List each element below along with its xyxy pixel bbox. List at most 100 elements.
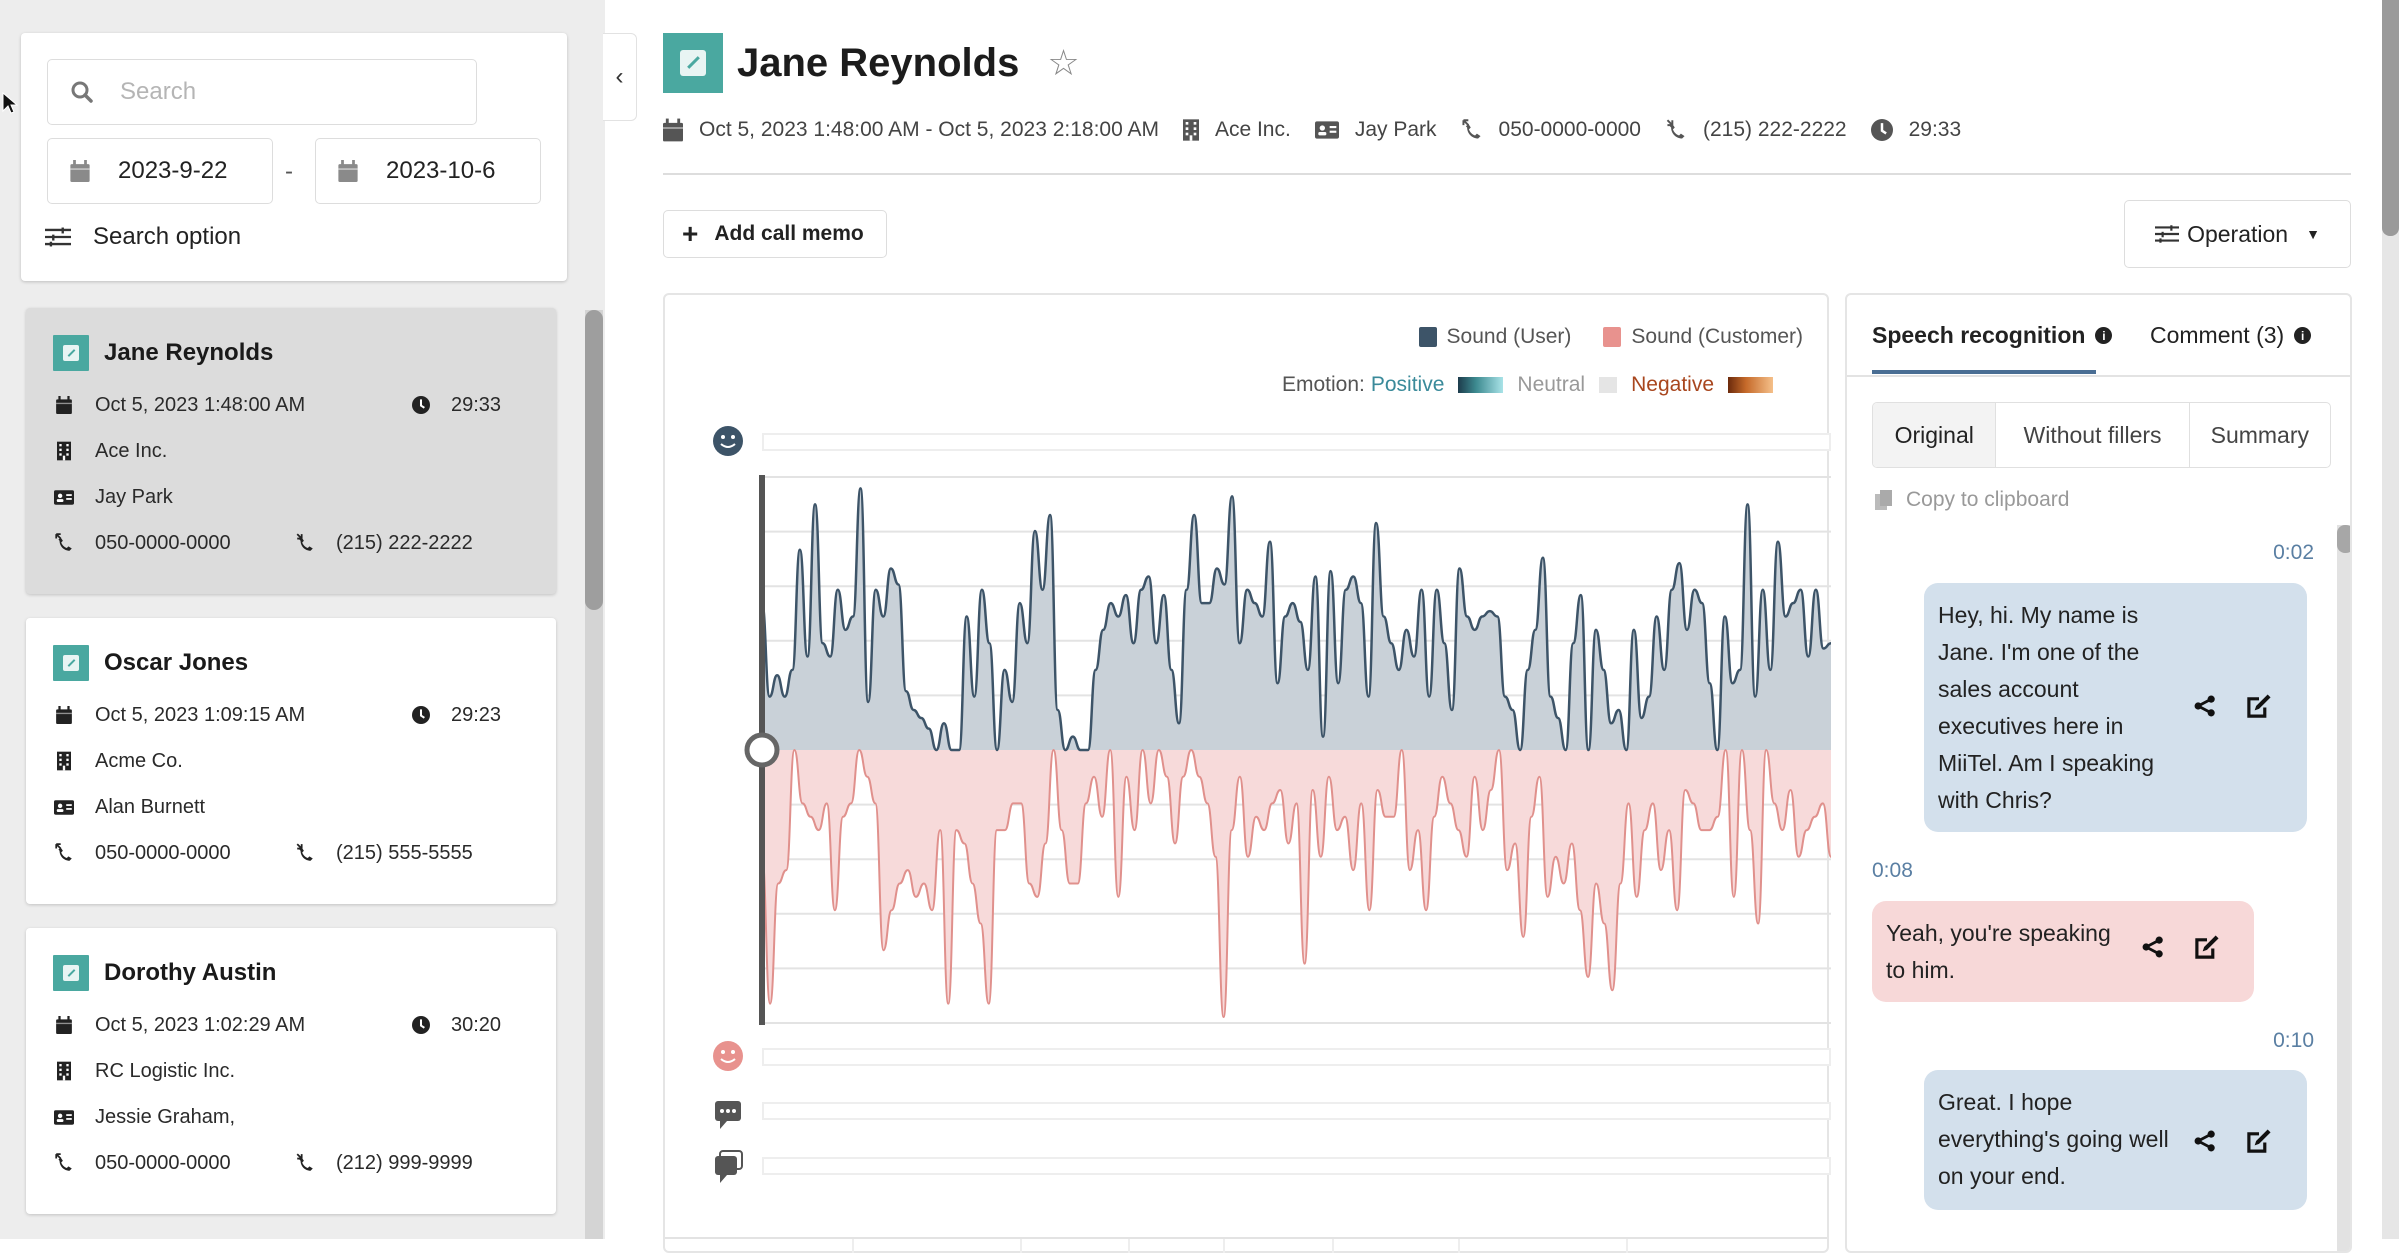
search-panel: Search 2023-9-22 - 2023-10-6 Search opti… xyxy=(21,33,567,281)
call-duration: 30:20 xyxy=(451,1013,502,1036)
call-list-item[interactable]: Jane Reynolds Oct 5, 2023 1:48:00 AM 29:… xyxy=(26,308,556,594)
incoming-call-icon xyxy=(294,1153,316,1173)
call-outgoing-number: 050-0000-0000 xyxy=(95,1151,231,1174)
mouse-cursor-icon xyxy=(2,92,18,114)
call-duration: 29:33 xyxy=(451,393,502,416)
share-icon[interactable] xyxy=(2194,695,2216,717)
clipboard-icon xyxy=(1875,490,1892,510)
contact-card-icon xyxy=(53,1110,75,1125)
tab-comment[interactable]: Comment (3) i xyxy=(2150,322,2312,349)
call-company: Acme Co. xyxy=(95,749,183,772)
message-bubble-user: Great. I hope everything's going well on… xyxy=(1924,1070,2307,1210)
edit-icon[interactable] xyxy=(2246,693,2272,719)
calendar-icon xyxy=(70,160,90,182)
call-contact-name: Dorothy Austin xyxy=(104,959,277,986)
user-emotion-icon xyxy=(713,426,743,456)
edit-icon[interactable] xyxy=(2194,934,2220,960)
transcript-scrollbar[interactable] xyxy=(2337,525,2350,1251)
message-timestamp: 0:10 xyxy=(2273,1029,2314,1052)
search-option-button[interactable]: Search option xyxy=(45,223,241,251)
tab-label: Speech recognition xyxy=(1872,322,2086,348)
customer-emotion-track[interactable] xyxy=(762,1048,1831,1066)
plus-icon: + xyxy=(682,218,699,249)
page-scrollbar[interactable] xyxy=(2382,0,2399,1239)
time-range: Oct 5, 2023 1:48:00 AM - Oct 5, 2023 2:1… xyxy=(699,118,1159,141)
outgoing-call-badge-icon xyxy=(53,955,89,991)
active-tab-indicator xyxy=(1872,370,2096,374)
scrollbar-thumb[interactable] xyxy=(2337,525,2350,553)
call-list-item[interactable]: Dorothy Austin Oct 5, 2023 1:02:29 AM 30… xyxy=(26,928,556,1214)
call-company: Ace Inc. xyxy=(95,439,168,462)
company: Ace Inc. xyxy=(1214,118,1291,141)
tab-speech-recognition[interactable]: Speech recognition i xyxy=(1872,322,2113,349)
building-icon xyxy=(53,1061,75,1081)
call-list-item[interactable]: Oscar Jones Oct 5, 2023 1:09:15 AM 29:23… xyxy=(26,618,556,904)
call-incoming-number: (215) 222-2222 xyxy=(336,531,473,554)
add-call-memo-button[interactable]: + Add call memo xyxy=(663,210,887,258)
date-from-value: 2023-9-22 xyxy=(118,157,228,184)
scrollbar-thumb[interactable] xyxy=(2382,0,2399,236)
calendar-icon xyxy=(338,160,358,182)
call-duration: 29:23 xyxy=(451,703,502,726)
mode-original[interactable]: Original xyxy=(1873,403,1997,467)
building-icon xyxy=(53,441,75,461)
copy-to-clipboard-button[interactable]: Copy to clipboard xyxy=(1874,488,2069,512)
outgoing-call-icon xyxy=(53,533,75,553)
contact-card-icon xyxy=(53,490,75,505)
call-list-scrollbar[interactable] xyxy=(585,310,603,1239)
call-contact-name: Oscar Jones xyxy=(104,649,249,676)
comment-icon xyxy=(715,1101,741,1129)
incoming-call-icon xyxy=(294,843,316,863)
outgoing-call-badge-icon xyxy=(663,33,723,93)
calendar-icon xyxy=(53,706,75,724)
share-icon[interactable] xyxy=(2194,1130,2216,1152)
search-input[interactable]: Search xyxy=(47,59,477,125)
scrollbar-thumb[interactable] xyxy=(585,310,603,610)
call-contact-name: Jane Reynolds xyxy=(104,339,274,366)
call-outgoing-number: 050-0000-0000 xyxy=(95,531,231,554)
share-icon[interactable] xyxy=(2142,936,2164,958)
outgoing-call-badge-icon xyxy=(53,335,89,371)
outgoing-call-icon xyxy=(53,843,75,863)
user-emotion-track[interactable] xyxy=(762,433,1831,451)
incoming-call-icon xyxy=(1665,119,1687,141)
calendar-icon xyxy=(53,396,75,414)
search-icon xyxy=(71,81,93,103)
date-to-field[interactable]: 2023-10-6 xyxy=(315,138,541,204)
user-sound-area xyxy=(762,488,1831,750)
call-contact: Jay Park xyxy=(95,485,173,508)
edit-icon[interactable] xyxy=(2246,1128,2272,1154)
caret-down-icon: ▼ xyxy=(2306,226,2320,242)
sound-chart-card: Sound (User) Sound (Customer) Emotion: P… xyxy=(663,293,1831,1253)
clock-icon xyxy=(411,1016,431,1034)
operation-dropdown[interactable]: Operation ▼ xyxy=(2124,200,2351,268)
message-timestamp: 0:02 xyxy=(2273,541,2314,564)
incoming-call-icon xyxy=(294,533,316,553)
search-placeholder: Search xyxy=(120,78,197,105)
mode-summary[interactable]: Summary xyxy=(2190,403,2330,467)
date-from-field[interactable]: 2023-9-22 xyxy=(47,138,273,204)
sliders-icon xyxy=(2155,225,2179,243)
copy-label: Copy to clipboard xyxy=(1906,488,2070,511)
conversation-track[interactable] xyxy=(762,1157,1831,1175)
building-icon xyxy=(1183,119,1199,141)
incoming-number: (215) 222-2222 xyxy=(1703,118,1847,141)
comment-track[interactable] xyxy=(762,1102,1831,1120)
transcript-mode-toggle: Original Without fillers Summary xyxy=(1872,402,2331,468)
call-outgoing-number: 050-0000-0000 xyxy=(95,841,231,864)
outgoing-call-icon xyxy=(53,1153,75,1173)
outgoing-call-badge-icon xyxy=(53,645,89,681)
clock-icon xyxy=(411,396,431,414)
sliders-icon xyxy=(45,227,71,247)
date-separator: - xyxy=(285,158,293,185)
clock-icon xyxy=(1871,119,1893,141)
call-datetime: Oct 5, 2023 1:48:00 AM xyxy=(95,393,306,416)
date-to-value: 2023-10-6 xyxy=(386,157,496,184)
clock-icon xyxy=(411,706,431,724)
left-panel: Search 2023-9-22 - 2023-10-6 Search opti… xyxy=(0,0,605,1239)
speech-panel: Speech recognition i Comment (3) i Origi… xyxy=(1845,293,2352,1253)
search-option-label: Search option xyxy=(93,223,242,250)
call-incoming-number: (212) 999-9999 xyxy=(336,1151,473,1174)
star-icon[interactable]: ☆ xyxy=(1047,42,1079,84)
mode-without-fillers[interactable]: Without fillers xyxy=(1996,403,2190,467)
